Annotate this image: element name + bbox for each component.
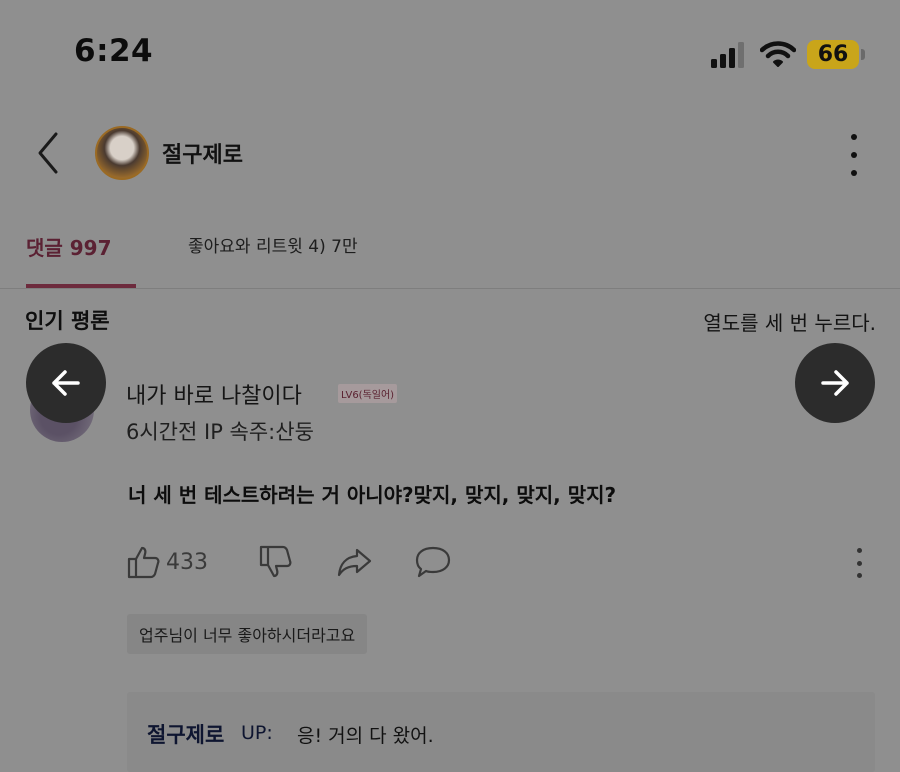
app-header: 절구제로 (0, 112, 900, 197)
battery-level: 66 (817, 42, 849, 67)
battery-icon: 66 (807, 40, 859, 69)
battery-cap (861, 49, 865, 60)
header-username[interactable]: 절구제로 (162, 137, 243, 169)
cellular-signal-icon (711, 42, 744, 68)
reply-text: 응! 거의 다 왔어. (297, 725, 434, 747)
wifi-icon (760, 41, 796, 67)
thumbs-up-icon[interactable] (126, 544, 162, 580)
commenter-name[interactable]: 내가 바로 나찰이다 (126, 378, 302, 410)
uploader-badge: UP: (241, 722, 273, 744)
sort-option[interactable]: 열도를 세 번 누르다. (703, 307, 876, 336)
level-badge: LV6(독일어) (338, 384, 398, 403)
comment-actions: 433 (126, 540, 886, 586)
section-title: 인기 평론 (25, 309, 110, 333)
user-avatar[interactable] (95, 126, 149, 180)
creator-reply-tag[interactable]: 업주님이 너무 좋아하시더라고요 (127, 614, 368, 654)
arrow-right-icon (821, 370, 849, 396)
comment-text: 너 세 번 테스트하려는 거 아니야?맞지, 맞지, 맞지, 맞지? (128, 483, 617, 507)
arrow-left-icon (52, 370, 80, 396)
share-icon[interactable] (336, 544, 372, 580)
active-tab-indicator (26, 284, 136, 288)
thumbs-down-icon[interactable] (258, 544, 294, 580)
next-button[interactable] (795, 343, 875, 423)
reply-box[interactable]: 절구제로 UP: 응! 거의 다 왔어. (127, 692, 875, 772)
tab-bar: 댓글 997 좋아요와 리트윗 4) 7만 (0, 212, 900, 289)
comment-more-icon[interactable] (855, 548, 863, 578)
prev-button[interactable] (26, 343, 106, 423)
more-vertical-icon[interactable] (844, 134, 864, 176)
tab-comments[interactable]: 댓글 997 (26, 232, 112, 261)
like-count: 433 (166, 550, 208, 575)
tab-likes-retweets[interactable]: 좋아요와 리트윗 4) 7만 (188, 232, 358, 257)
status-bar: 6:24 66 (0, 0, 900, 110)
status-time: 6:24 (74, 33, 154, 69)
comment-icon[interactable] (414, 544, 452, 580)
reply-author[interactable]: 절구제로 (147, 719, 224, 749)
chevron-left-icon[interactable] (30, 130, 66, 176)
comment-meta: 6시간전 IP 속주:산둥 (126, 420, 314, 444)
